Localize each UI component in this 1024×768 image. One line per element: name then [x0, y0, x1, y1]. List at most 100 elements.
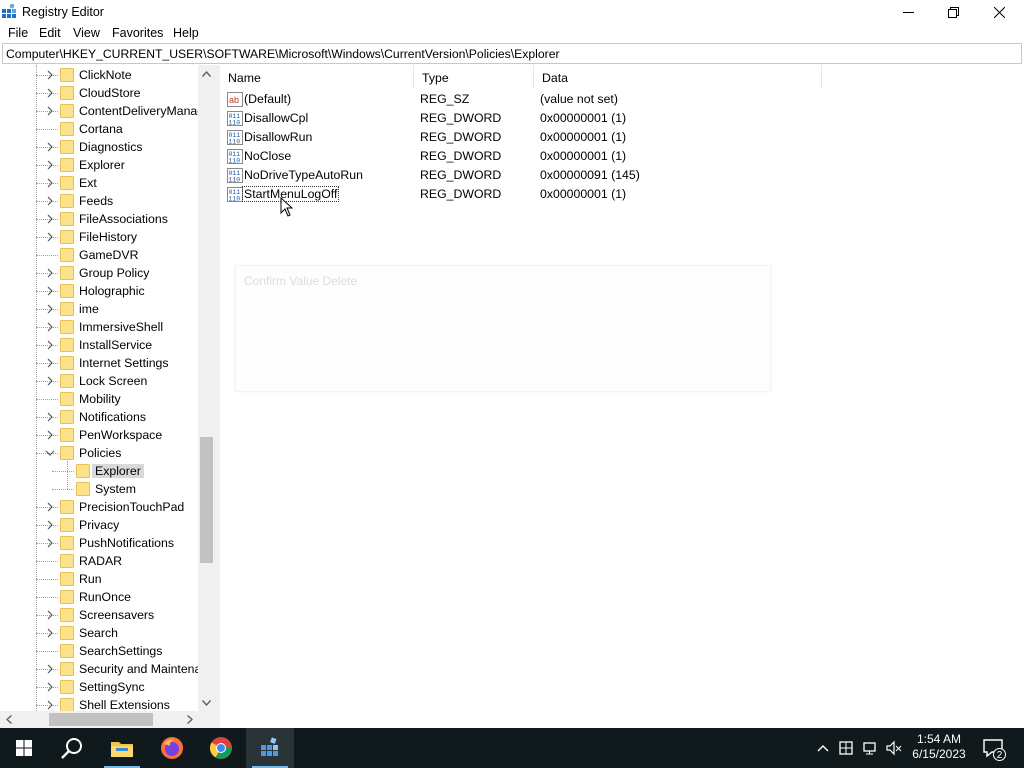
tree-item[interactable]: ContentDeliveryManag [0, 102, 204, 120]
tree-item[interactable]: Ext [0, 174, 198, 192]
chevron-right-icon[interactable] [44, 681, 56, 693]
tree-item[interactable]: GameDVR [0, 246, 198, 264]
chevron-right-icon[interactable] [44, 519, 56, 531]
chevron-right-icon[interactable] [44, 213, 56, 225]
chevron-right-icon[interactable] [44, 537, 56, 549]
tree-item[interactable]: Security and Maintena [0, 660, 201, 678]
tree-item[interactable]: Screensavers [0, 606, 198, 624]
value-row[interactable]: 011 110 NoDriveTypeAutoRun REG_DWORD 0x00000… [220, 166, 1020, 185]
tree-item[interactable]: Privacy [0, 516, 198, 534]
tree-item[interactable]: Lock Screen [0, 372, 198, 390]
taskbar-firefox[interactable] [148, 728, 196, 768]
chevron-right-icon[interactable] [44, 177, 56, 189]
menu-view[interactable]: View [73, 26, 100, 40]
value-row[interactable]: 011 110 StartMenuLogOff REG_DWORD 0x00000001… [220, 185, 1020, 204]
taskbar-regedit[interactable] [246, 728, 294, 768]
tree-item[interactable]: Notifications [0, 408, 198, 426]
tree-item[interactable]: ImmersiveShell [0, 318, 198, 336]
tree-item[interactable]: ClickNote [0, 66, 198, 84]
chevron-right-icon[interactable] [44, 429, 56, 441]
tree-item[interactable]: SettingSync [0, 678, 198, 696]
chevron-right-icon[interactable] [44, 375, 56, 387]
chevron-right-icon[interactable] [44, 339, 56, 351]
minimize-button[interactable] [885, 0, 931, 24]
hscroll-thumb[interactable] [49, 713, 153, 726]
chevron-right-icon[interactable] [44, 159, 56, 171]
value-row[interactable]: 011 110 DisallowRun REG_DWORD 0x00000001 (1) [220, 128, 1020, 147]
chevron-right-icon[interactable] [44, 609, 56, 621]
chevron-right-icon[interactable] [44, 357, 56, 369]
chevron-right-icon[interactable] [44, 231, 56, 243]
tree-item[interactable]: Explorer [0, 462, 198, 480]
chevron-right-icon[interactable] [44, 285, 56, 297]
tree-horizontal-scrollbar[interactable] [0, 711, 198, 728]
scroll-thumb[interactable] [200, 437, 213, 563]
security-shield-icon[interactable] [838, 740, 854, 756]
tree-item[interactable]: PrecisionTouchPad [0, 498, 198, 516]
chevron-right-icon[interactable] [44, 87, 56, 99]
menu-edit[interactable]: Edit [39, 26, 61, 40]
value-row[interactable]: ab (Default) REG_SZ (value not set) [220, 90, 1020, 109]
taskbar-chrome[interactable] [197, 728, 245, 768]
chevron-right-icon[interactable] [44, 105, 56, 117]
tree-item[interactable]: Run [0, 570, 198, 588]
tree-item[interactable]: ime [0, 300, 198, 318]
chevron-right-icon[interactable] [44, 627, 56, 639]
tree-item[interactable]: Search [0, 624, 198, 642]
tree-item[interactable]: Group Policy [0, 264, 198, 282]
tree-item[interactable]: Mobility [0, 390, 198, 408]
tree-item[interactable]: FileAssociations [0, 210, 198, 228]
tree-item[interactable]: Diagnostics [0, 138, 198, 156]
menu-favorites[interactable]: Favorites [112, 26, 163, 40]
value-row[interactable]: 011 110 NoClose REG_DWORD 0x00000001 (1) [220, 147, 1020, 166]
tree-item[interactable]: FileHistory [0, 228, 198, 246]
chevron-right-icon[interactable] [44, 501, 56, 513]
chevron-up-icon[interactable] [815, 741, 831, 757]
tree-item[interactable]: RADAR [0, 552, 198, 570]
key-tree[interactable]: ClickNote CloudStore ContentDeliveryManag C… [0, 65, 216, 729]
taskbar-file-explorer[interactable] [98, 728, 146, 768]
network-icon[interactable] [862, 740, 878, 756]
chevron-right-icon[interactable] [44, 69, 56, 81]
tree-item[interactable]: Holographic [0, 282, 198, 300]
tree-item[interactable]: Cortana [0, 120, 198, 138]
scroll-down-button[interactable] [198, 694, 215, 711]
tree-vertical-scrollbar[interactable] [198, 65, 215, 711]
search-button[interactable] [48, 728, 96, 768]
scroll-left-button[interactable] [0, 711, 17, 728]
volume-muted-icon[interactable] [886, 740, 902, 756]
tree-item[interactable]: Feeds [0, 192, 198, 210]
close-button[interactable] [976, 0, 1022, 24]
column-header-type[interactable]: Type [414, 65, 534, 89]
chevron-right-icon[interactable] [44, 321, 56, 333]
column-header-data[interactable]: Data [534, 65, 822, 89]
chevron-right-icon[interactable] [44, 267, 56, 279]
start-button[interactable] [0, 728, 48, 768]
chevron-right-icon[interactable] [44, 699, 56, 711]
tree-item[interactable]: CloudStore [0, 84, 198, 102]
tree-item[interactable]: System [0, 480, 198, 498]
tree-item[interactable]: PushNotifications [0, 534, 198, 552]
tree-item[interactable]: Internet Settings [0, 354, 198, 372]
tree-item[interactable]: Policies [0, 444, 198, 462]
chevron-down-icon[interactable] [44, 447, 56, 459]
chevron-right-icon[interactable] [44, 195, 56, 207]
values-list[interactable]: Name Type Data ab (Default) REG_SZ (value n… [220, 65, 1024, 729]
chevron-right-icon[interactable] [44, 663, 56, 675]
tree-item[interactable]: RunOnce [0, 588, 198, 606]
chevron-right-icon[interactable] [44, 411, 56, 423]
address-bar[interactable]: Computer\HKEY_CURRENT_USER\SOFTWARE\Micr… [2, 43, 1022, 64]
restore-button[interactable] [930, 0, 976, 24]
scroll-up-button[interactable] [198, 65, 215, 82]
tree-item[interactable]: SearchSettings [0, 642, 198, 660]
menu-help[interactable]: Help [173, 26, 199, 40]
value-row[interactable]: 011 110 DisallowCpl REG_DWORD 0x00000001 (1) [220, 109, 1020, 128]
menu-file[interactable]: File [8, 26, 28, 40]
chevron-right-icon[interactable] [44, 141, 56, 153]
chevron-right-icon[interactable] [44, 303, 56, 315]
column-header-name[interactable]: Name [220, 65, 414, 89]
tree-item[interactable]: Explorer [0, 156, 198, 174]
tree-item[interactable]: InstallService [0, 336, 198, 354]
system-clock[interactable]: 1:54 AM 6/15/2023 [906, 732, 972, 762]
scroll-right-button[interactable] [181, 711, 198, 728]
